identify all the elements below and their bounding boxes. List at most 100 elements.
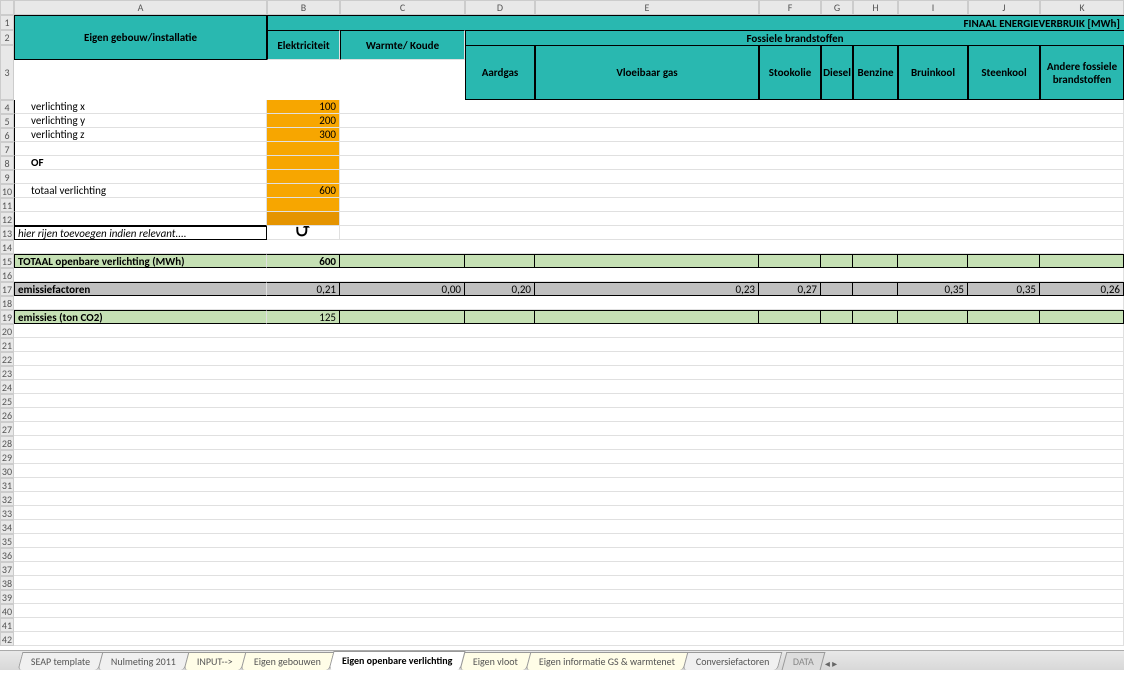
- col-header-B[interactable]: B: [267, 0, 340, 15]
- row-header-17[interactable]: 17: [0, 282, 14, 296]
- ef-B[interactable]: 0,21: [267, 282, 340, 296]
- sheet-tab-seap[interactable]: SEAP template: [18, 652, 104, 670]
- ef-C[interactable]: 0,00: [340, 282, 465, 296]
- row23[interactable]: [14, 366, 1124, 380]
- cell-A13[interactable]: hier rijen toevoegen indien relevant....: [14, 226, 267, 240]
- cell-B7[interactable]: [267, 142, 340, 156]
- totaal-C[interactable]: [340, 254, 465, 268]
- em-K[interactable]: [1040, 310, 1124, 324]
- row-header-34[interactable]: 34: [0, 520, 14, 534]
- row-header-18[interactable]: 18: [0, 296, 14, 310]
- row-header-4[interactable]: 4: [0, 100, 14, 114]
- col-header-E[interactable]: E: [535, 0, 759, 15]
- row-header-32[interactable]: 32: [0, 492, 14, 506]
- em-B[interactable]: 125: [267, 310, 340, 324]
- em-H[interactable]: [853, 310, 898, 324]
- cell-B8[interactable]: [267, 156, 340, 170]
- row29[interactable]: [14, 450, 1124, 464]
- row38[interactable]: [14, 576, 1124, 590]
- cell-B12[interactable]: [267, 212, 340, 226]
- row25[interactable]: [14, 394, 1124, 408]
- row-header-39[interactable]: 39: [0, 590, 14, 604]
- sheet-tab-informatie[interactable]: Eigen informatie GS & warmtenet: [526, 652, 689, 670]
- row-header-10[interactable]: 10: [0, 184, 14, 198]
- row39[interactable]: [14, 590, 1124, 604]
- row-header-21[interactable]: 21: [0, 338, 14, 352]
- col-header-H[interactable]: H: [853, 0, 898, 15]
- cell-rest9[interactable]: [340, 170, 1124, 184]
- ef-G[interactable]: [821, 282, 853, 296]
- row31[interactable]: [14, 478, 1124, 492]
- insert-row-arrow[interactable]: ⮍: [267, 226, 340, 240]
- cell-B11[interactable]: [267, 198, 340, 212]
- cell-A10[interactable]: totaal verlichting: [14, 184, 267, 198]
- row33[interactable]: [14, 506, 1124, 520]
- row-header-11[interactable]: 11: [0, 198, 14, 212]
- totaal-D[interactable]: [465, 254, 535, 268]
- row-header-25[interactable]: 25: [0, 394, 14, 408]
- row-header-6[interactable]: 6: [0, 128, 14, 142]
- sheet-tab-nulmeting[interactable]: Nulmeting 2011: [98, 652, 190, 670]
- cell-row16[interactable]: [14, 268, 1124, 282]
- row-header-31[interactable]: 31: [0, 478, 14, 492]
- cell-rest11[interactable]: [340, 198, 1124, 212]
- cell-A4[interactable]: verlichting x: [14, 100, 267, 114]
- row-header-24[interactable]: 24: [0, 380, 14, 394]
- cell-A8[interactable]: OF: [14, 156, 267, 170]
- col-header-G[interactable]: G: [821, 0, 853, 15]
- em-E[interactable]: [535, 310, 759, 324]
- row24[interactable]: [14, 380, 1124, 394]
- row-header-41[interactable]: 41: [0, 618, 14, 632]
- row-header-33[interactable]: 33: [0, 506, 14, 520]
- cell-A11[interactable]: [14, 198, 267, 212]
- row42[interactable]: [14, 632, 1124, 646]
- row-header-22[interactable]: 22: [0, 352, 14, 366]
- row-header-13[interactable]: 13: [0, 226, 14, 240]
- row-header-1[interactable]: 1: [0, 15, 14, 30]
- row-header-38[interactable]: 38: [0, 576, 14, 590]
- row-header-23[interactable]: 23: [0, 366, 14, 380]
- row28[interactable]: [14, 436, 1124, 450]
- cell-A5[interactable]: verlichting y: [14, 114, 267, 128]
- row-header-40[interactable]: 40: [0, 604, 14, 618]
- row-header-42[interactable]: 42: [0, 632, 14, 646]
- col-header-C[interactable]: C: [340, 0, 465, 15]
- row-header-19[interactable]: 19: [0, 310, 14, 324]
- row-header-26[interactable]: 26: [0, 408, 14, 422]
- row22[interactable]: [14, 352, 1124, 366]
- row-header-8[interactable]: 8: [0, 156, 14, 170]
- cell-rest6[interactable]: [340, 128, 1124, 142]
- cell-A7[interactable]: [14, 142, 267, 156]
- totaal-G[interactable]: [821, 254, 853, 268]
- row27[interactable]: [14, 422, 1124, 436]
- cell-rest4[interactable]: [340, 100, 1124, 114]
- cell-row14[interactable]: [14, 240, 1124, 254]
- row-header-27[interactable]: 27: [0, 422, 14, 436]
- row32[interactable]: [14, 492, 1124, 506]
- sheet-tab-gebouwen[interactable]: Eigen gebouwen: [241, 652, 335, 670]
- sheet-tab-conversie[interactable]: Conversiefactoren: [683, 652, 783, 670]
- em-F[interactable]: [759, 310, 821, 324]
- sheet-tab-verlichting[interactable]: Eigen openbare verlichting: [328, 651, 465, 670]
- col-header-F[interactable]: F: [759, 0, 821, 15]
- row-header-15[interactable]: 15: [0, 254, 14, 268]
- em-D[interactable]: [465, 310, 535, 324]
- row-header-7[interactable]: 7: [0, 142, 14, 156]
- cell-row18[interactable]: [14, 296, 1124, 310]
- row-header-2[interactable]: 2: [0, 30, 14, 45]
- row34[interactable]: [14, 520, 1124, 534]
- row-header-14[interactable]: 14: [0, 240, 14, 254]
- cell-B10[interactable]: 600: [267, 184, 340, 198]
- cell-B9[interactable]: [267, 170, 340, 184]
- ef-F[interactable]: 0,27: [759, 282, 821, 296]
- row-header-9[interactable]: 9: [0, 170, 14, 184]
- cell-rest12[interactable]: [340, 212, 1124, 226]
- col-header-I[interactable]: I: [898, 0, 968, 15]
- cell-rest7[interactable]: [340, 142, 1124, 156]
- row37[interactable]: [14, 562, 1124, 576]
- row-header-29[interactable]: 29: [0, 450, 14, 464]
- spreadsheet-grid[interactable]: A B C D E F G H I J K 1 Eigen gebouw/ins…: [0, 0, 1124, 60]
- ef-K[interactable]: 0,26: [1040, 282, 1124, 296]
- col-header-J[interactable]: J: [968, 0, 1040, 15]
- cell-A6[interactable]: verlichting z: [14, 128, 267, 142]
